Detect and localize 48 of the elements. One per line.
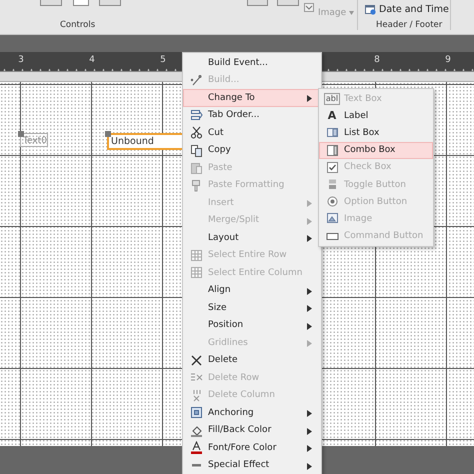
menu-item[interactable]: Delete (183, 352, 321, 369)
anchor-icon (190, 406, 202, 420)
cut-icon (190, 126, 202, 140)
ruler-number: 4 (88, 55, 96, 65)
chevron-icon[interactable] (304, 3, 314, 12)
menu-item[interactable]: List Box (319, 124, 433, 142)
menu-item[interactable]: Font/Fore Color (183, 439, 321, 456)
brush-icon (190, 178, 202, 192)
wand-icon (190, 74, 202, 87)
menu-item[interactable]: Layout (183, 229, 321, 246)
check-icon (326, 160, 338, 174)
menu-item[interactable]: Change To (183, 89, 321, 106)
image-icon (326, 212, 338, 226)
date-and-time-button[interactable]: Date and Time (365, 4, 449, 15)
ruler-number: 8 (373, 55, 381, 65)
menu-item[interactable]: Size (183, 299, 321, 316)
ruler-number: 5 (159, 55, 167, 65)
move-handle[interactable] (105, 131, 111, 137)
caret-icon (349, 10, 354, 15)
combo-icon (326, 144, 338, 157)
ruler-number: 3 (17, 55, 25, 65)
ruler-number: 9 (444, 55, 452, 65)
menu-item[interactable]: Anchoring (183, 404, 321, 422)
calendar-icon (365, 4, 376, 15)
menu-item[interactable]: Build Event... (183, 54, 321, 72)
fontcolor-icon (190, 441, 202, 454)
menu-item[interactable]: A Label (319, 107, 433, 124)
move-handle[interactable] (18, 131, 24, 137)
menu-item[interactable]: Position (183, 316, 321, 334)
ribbon-control-icon[interactable] (247, 0, 268, 6)
group-label: Controls (60, 20, 96, 30)
menu-item[interactable]: Combo Box (319, 142, 433, 159)
menu-item[interactable]: Tab Order... (183, 106, 321, 124)
ribbon-control-icon[interactable] (99, 0, 121, 6)
radio-icon (326, 195, 338, 208)
paste-icon (190, 161, 202, 174)
date-and-time-label: Date and Time (379, 4, 449, 15)
group-label: Header / Footer (376, 20, 442, 30)
menu-item[interactable]: Special Effect (183, 456, 321, 474)
menu-item[interactable]: Align (183, 282, 321, 299)
ribbon-control-icon[interactable] (73, 0, 89, 6)
menu-item[interactable]: Fill/Back Color (183, 422, 321, 439)
x-icon (190, 354, 202, 367)
list-icon (326, 126, 338, 140)
copy-icon (190, 144, 202, 157)
ribbon-control-icon[interactable] (40, 0, 62, 6)
fill-icon (190, 424, 202, 437)
ribbon-control-icon[interactable] (277, 0, 299, 6)
